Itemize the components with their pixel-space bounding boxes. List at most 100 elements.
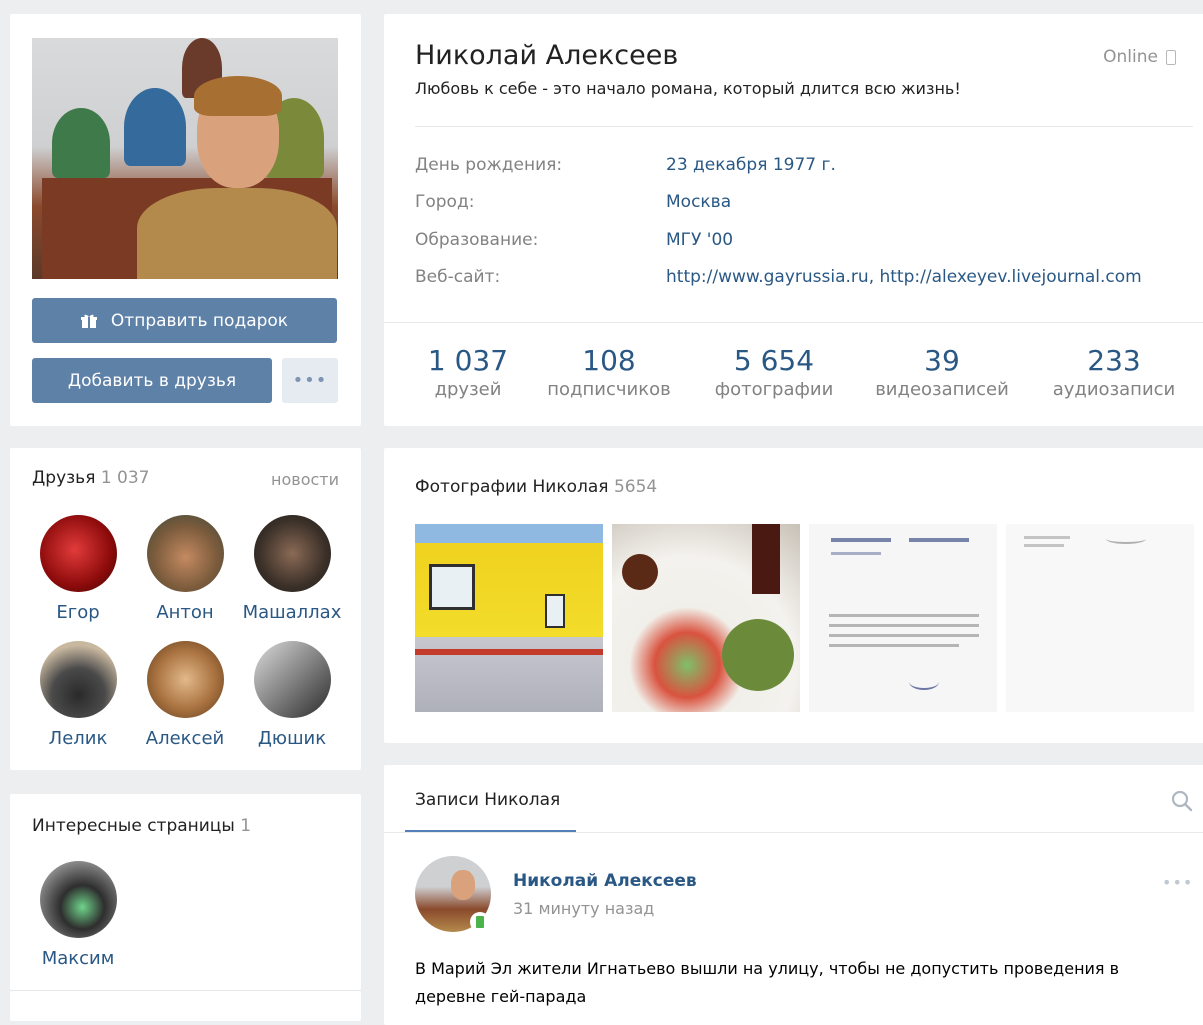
photo-thumb[interactable] xyxy=(612,524,800,712)
online-label: Online xyxy=(1103,47,1158,67)
cup-shape xyxy=(622,554,658,590)
bottle-shape xyxy=(752,524,780,594)
post-author-name[interactable]: Николай Алексеев xyxy=(513,871,697,891)
search-icon[interactable] xyxy=(1170,789,1194,817)
profile-status[interactable]: Любовь к себе - это начало романа, котор… xyxy=(415,79,961,98)
profile-name: Николай Алексеев xyxy=(415,40,679,71)
text-line-shape xyxy=(829,634,979,637)
send-gift-label: Отправить подарок xyxy=(110,310,289,331)
friend-name: Алексей xyxy=(145,728,225,749)
interesting-pages-block: Интересные страницы 1 Максим xyxy=(10,794,361,990)
counter-photos[interactable]: 5 654 фотографии xyxy=(704,344,844,400)
post-menu-icon[interactable]: ••• xyxy=(1162,873,1193,892)
counter-label: друзей xyxy=(434,379,502,400)
friend-item[interactable]: Лелик xyxy=(25,641,131,749)
friend-avatar xyxy=(253,515,331,592)
send-gift-button[interactable]: Отправить подарок xyxy=(32,298,337,343)
dish-shape xyxy=(722,619,794,691)
wall-block: Записи Николая Николай Алексеев 31 минут… xyxy=(384,765,1203,1025)
photos-title: Фотографии Николая xyxy=(415,477,609,497)
photo-thumb[interactable] xyxy=(415,524,603,712)
photos-header[interactable]: Фотографии Николая 5654 xyxy=(415,477,657,497)
page-avatar xyxy=(39,861,117,938)
dome-shape xyxy=(124,88,186,166)
window-shape xyxy=(429,564,475,610)
hair-shape xyxy=(194,76,282,116)
counter-label: видеозаписей xyxy=(875,379,1009,400)
friends-header[interactable]: Друзья 1 037 xyxy=(32,468,150,488)
counter-label: подписчиков xyxy=(547,379,671,400)
friend-item[interactable]: Машаллах xyxy=(239,515,345,623)
photo-thumb[interactable] xyxy=(1006,524,1194,712)
more-actions-button[interactable]: ••• xyxy=(282,358,338,403)
interesting-header[interactable]: Интересные страницы 1 xyxy=(32,816,251,836)
counter-videos[interactable]: 39 видеозаписей xyxy=(868,344,1016,400)
text-line-shape xyxy=(831,538,891,542)
counter-number: 39 xyxy=(924,344,960,377)
tab-wall-posts[interactable]: Записи Николая xyxy=(415,790,560,810)
counter-friends[interactable]: 1 037 друзей xyxy=(408,344,528,400)
text-line-shape xyxy=(829,624,979,627)
online-status: Online xyxy=(1103,47,1176,67)
friend-avatar xyxy=(39,641,117,718)
text-line-shape xyxy=(909,538,969,542)
add-friend-button[interactable]: Добавить в друзья xyxy=(32,358,272,403)
friend-name: Антон xyxy=(156,602,214,623)
signature-shape xyxy=(909,674,939,690)
signature-shape xyxy=(1106,534,1146,544)
counter-audios[interactable]: 233 аудиозаписи xyxy=(1044,344,1184,400)
profile-photo[interactable] xyxy=(32,38,338,279)
text-line-shape xyxy=(829,644,959,647)
text-line-shape xyxy=(1024,536,1070,539)
avatar-card: Отправить подарок Добавить в друзья ••• xyxy=(10,14,361,426)
counter-number: 5 654 xyxy=(733,344,815,377)
text-line-shape xyxy=(1024,544,1064,547)
window-shape xyxy=(545,594,565,628)
friends-title: Друзья xyxy=(32,468,96,488)
counter-number: 1 037 xyxy=(427,344,509,377)
divider xyxy=(384,832,1203,833)
friend-name: Егор xyxy=(56,602,100,623)
counter-followers[interactable]: 108 подписчиков xyxy=(542,344,676,400)
interesting-title: Интересные страницы xyxy=(32,816,235,836)
friend-item[interactable]: Егор xyxy=(25,515,131,623)
interesting-page-item[interactable]: Максим xyxy=(25,861,131,969)
counter-number: 108 xyxy=(582,344,636,377)
stripe-shape xyxy=(415,649,603,655)
mobile-post-icon xyxy=(470,912,490,932)
friend-name: Машаллах xyxy=(242,602,342,623)
info-value-birthday[interactable]: 23 декабря 1977 г. xyxy=(666,155,836,175)
divider xyxy=(384,322,1203,323)
jacket-shape xyxy=(137,188,337,279)
page-name: Максим xyxy=(41,948,115,969)
counter-number: 233 xyxy=(1087,344,1141,377)
friends-news-link[interactable]: новости xyxy=(271,470,339,489)
friends-block: Друзья 1 037 новости Егор Антон Машаллах… xyxy=(10,448,361,770)
divider xyxy=(415,126,1193,127)
face-shape xyxy=(451,870,475,900)
info-value-website[interactable]: http://www.gayrussia.ru, http://alexeyev… xyxy=(666,267,1142,287)
friend-avatar xyxy=(146,641,224,718)
friend-item[interactable]: Антон xyxy=(132,515,238,623)
post-text: В Марий Эл жители Игнатьево вышли на ули… xyxy=(415,955,1119,1011)
friend-avatar xyxy=(253,641,331,718)
text-line-shape xyxy=(831,552,881,555)
info-label: Город: xyxy=(415,192,475,212)
friend-avatar xyxy=(39,515,117,592)
dome-shape xyxy=(52,108,110,178)
friends-count: 1 037 xyxy=(100,468,150,488)
friend-item[interactable]: Дюшик xyxy=(239,641,345,749)
photo-thumb[interactable] xyxy=(809,524,997,712)
phone-icon xyxy=(475,915,485,929)
friend-item[interactable]: Алексей xyxy=(132,641,238,749)
photos-count: 5654 xyxy=(613,477,658,497)
info-label: День рождения: xyxy=(415,155,563,175)
post-text-line: деревне гей-парада xyxy=(415,987,587,1006)
more-icon: ••• xyxy=(292,370,328,391)
post-time[interactable]: 31 минуту назад xyxy=(513,899,654,918)
info-value-city[interactable]: Москва xyxy=(666,192,731,212)
add-friend-label: Добавить в друзья xyxy=(67,370,237,391)
friend-avatar xyxy=(146,515,224,592)
photos-block: Фотографии Николая 5654 xyxy=(384,448,1203,743)
info-value-education[interactable]: МГУ '00 xyxy=(666,230,733,250)
